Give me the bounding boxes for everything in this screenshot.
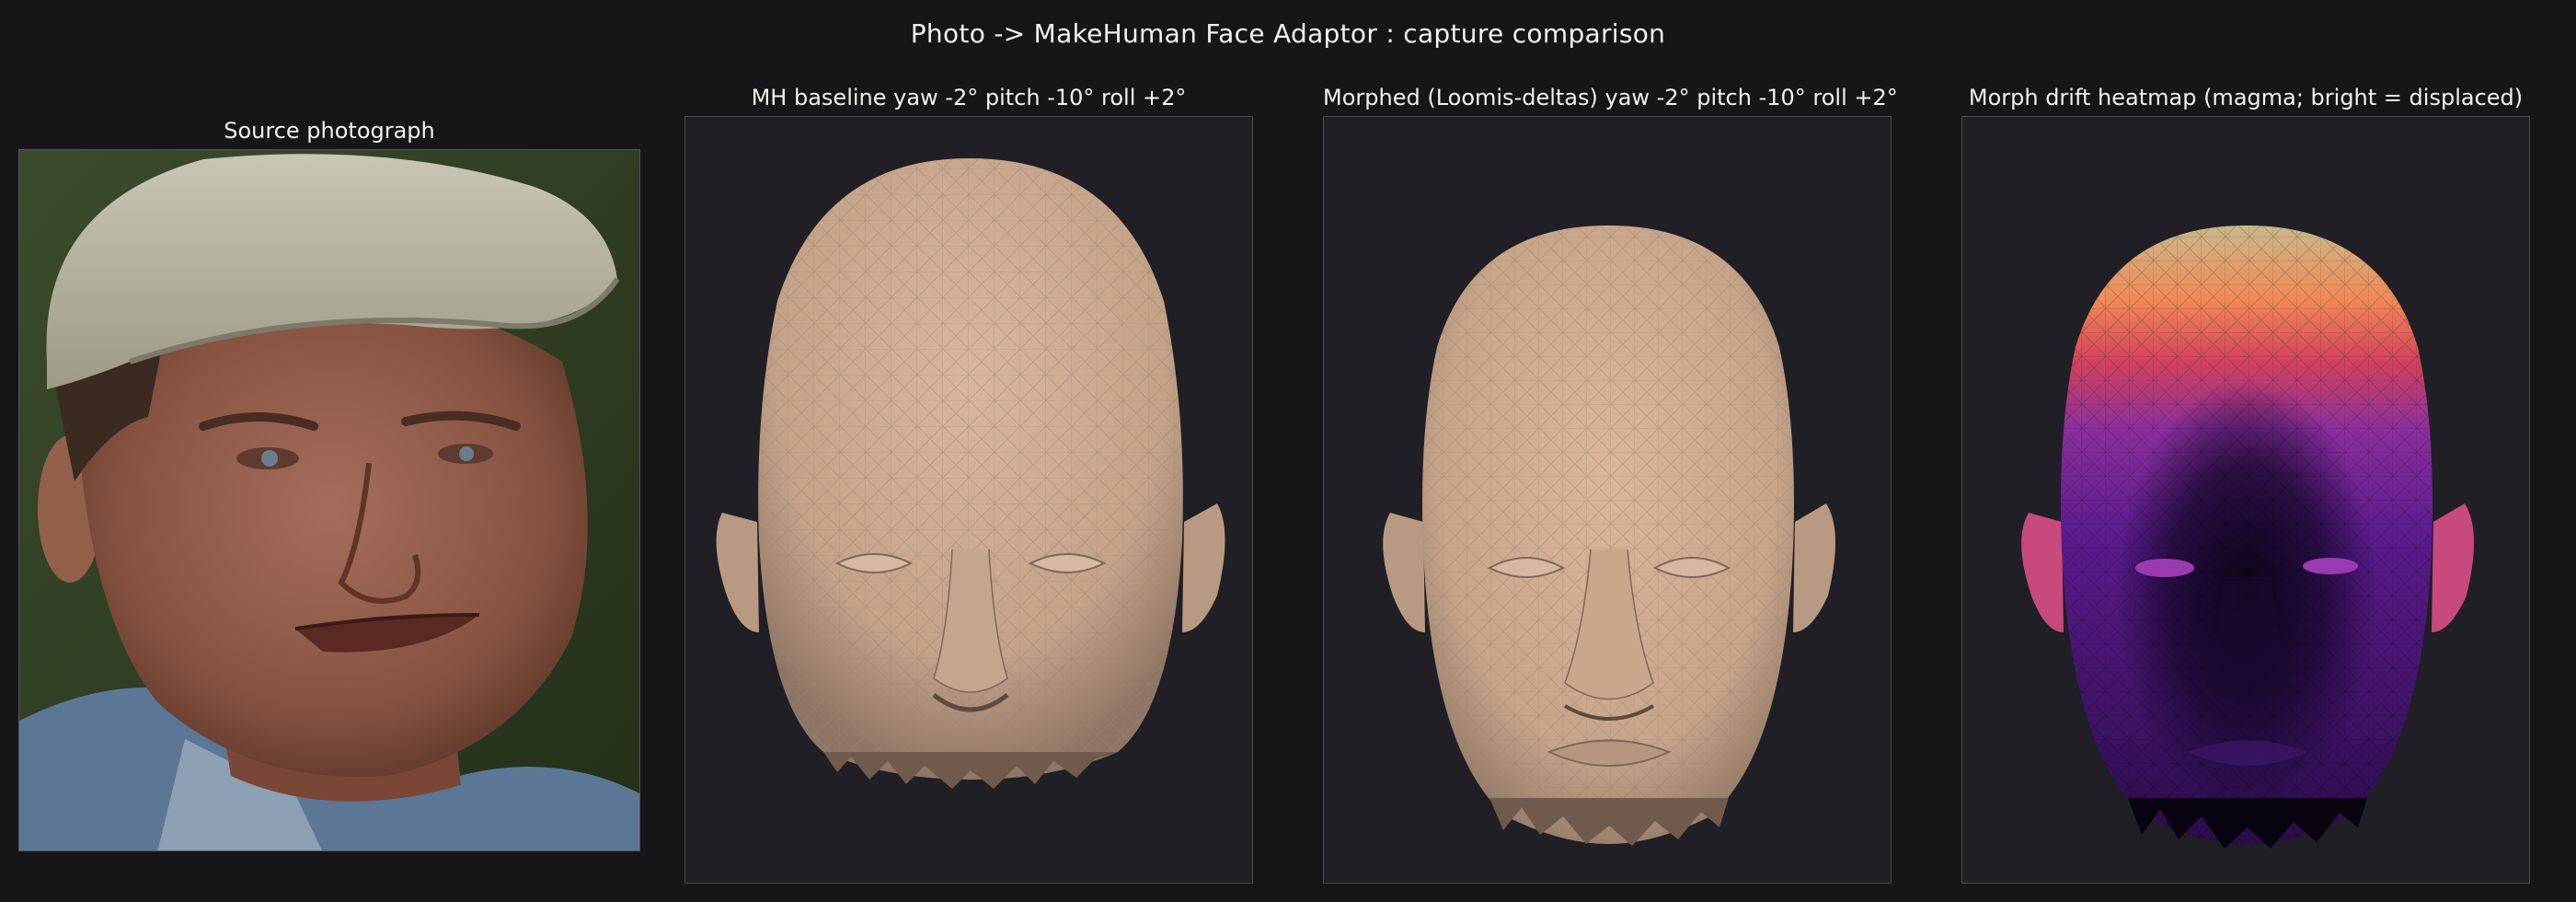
panel-title-mh-baseline: MH baseline yaw -2° pitch -10° roll +2° bbox=[751, 85, 1187, 110]
morph-drift-heatmap bbox=[1961, 116, 2530, 884]
mh-baseline-render bbox=[684, 116, 1253, 884]
page-title: Photo -> MakeHuman Face Adaptor : captur… bbox=[910, 18, 1666, 49]
morphed-render bbox=[1323, 116, 1892, 884]
panel-title-source-photo: Source photograph bbox=[224, 118, 435, 144]
source-photo bbox=[18, 149, 640, 851]
panel-title-heatmap: Morph drift heatmap (magma; bright = dis… bbox=[1968, 85, 2524, 110]
panel-title-morphed: Morphed (Loomis-deltas) yaw -2° pitch -1… bbox=[1323, 85, 1898, 110]
